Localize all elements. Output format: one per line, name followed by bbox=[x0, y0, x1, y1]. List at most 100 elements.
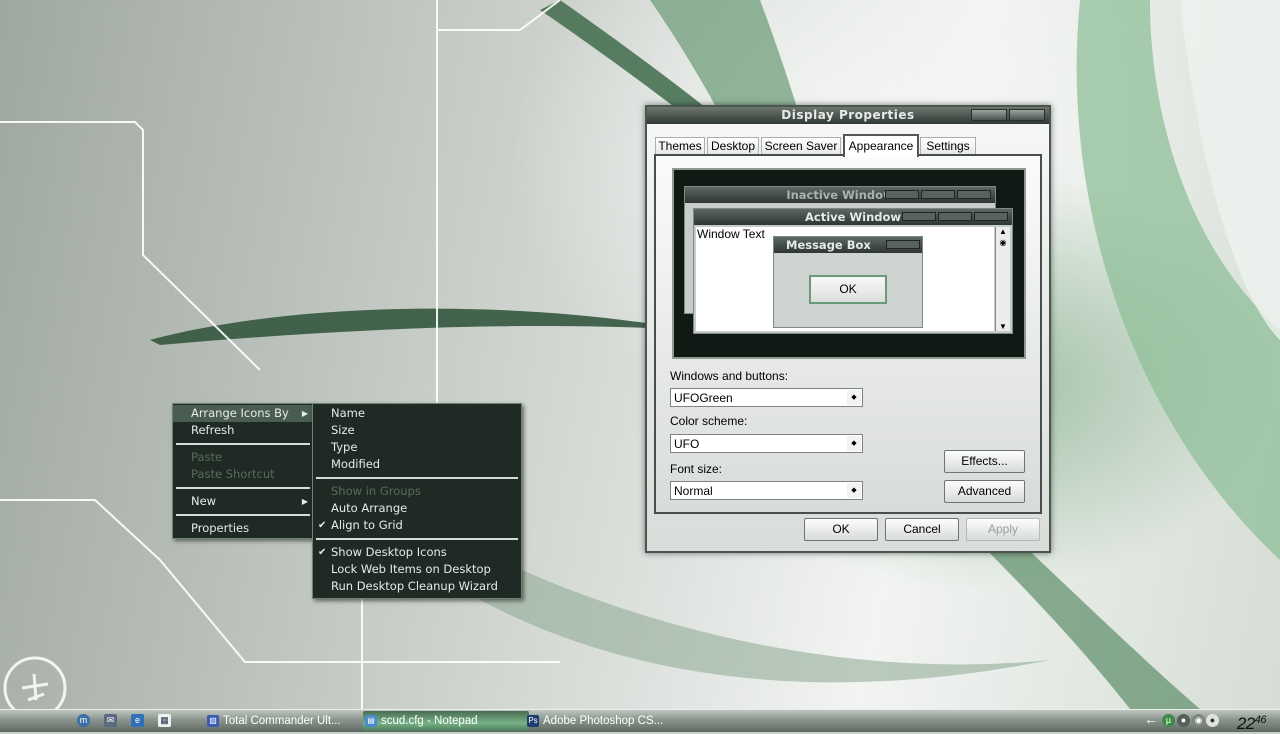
font-size-label: Font size: bbox=[670, 462, 723, 476]
submenu-item-show-desktop-icons[interactable]: ✔ Show Desktop Icons bbox=[313, 544, 521, 561]
menu-item-refresh[interactable]: Refresh bbox=[173, 422, 313, 439]
effects-button[interactable]: Effects... bbox=[944, 450, 1025, 473]
menu-item-paste-shortcut: Paste Shortcut bbox=[173, 466, 313, 483]
menu-item-arrange-icons-by[interactable]: Arrange Icons By ▶ bbox=[173, 405, 313, 422]
font-size-value: Normal bbox=[674, 484, 713, 498]
ok-button[interactable]: OK bbox=[804, 518, 878, 541]
tray-app-icon[interactable]: ● bbox=[1177, 714, 1190, 727]
messenger-icon[interactable]: ● bbox=[1206, 714, 1219, 727]
menu-separator bbox=[176, 514, 310, 516]
help-button[interactable] bbox=[971, 109, 1007, 121]
preview-button bbox=[938, 212, 972, 221]
close-button[interactable] bbox=[1009, 109, 1045, 121]
preview-button bbox=[921, 190, 955, 199]
menu-item-label: Auto Arrange bbox=[331, 501, 408, 515]
notepad-icon: ▤ bbox=[365, 715, 377, 727]
volume-icon[interactable]: ◉ bbox=[1192, 714, 1205, 727]
menu-item-paste: Paste bbox=[173, 449, 313, 466]
menu-separator bbox=[176, 487, 310, 489]
font-size-select[interactable]: Normal ◆ bbox=[670, 481, 863, 500]
preview-ok-button: OK bbox=[809, 275, 887, 304]
dropdown-arrow-icon: ◆ bbox=[847, 390, 861, 405]
menu-item-label: Show in Groups bbox=[331, 484, 421, 498]
tab-desktop[interactable]: Desktop bbox=[707, 137, 759, 155]
appearance-panel: Inactive Window Active Window Window Tex… bbox=[654, 154, 1042, 514]
menu-item-label: Show Desktop Icons bbox=[331, 545, 447, 559]
scroll-down-icon: ▼ bbox=[999, 322, 1007, 331]
cancel-button[interactable]: Cancel bbox=[885, 518, 959, 541]
preview-button bbox=[902, 212, 936, 221]
menu-item-label: Name bbox=[331, 406, 365, 420]
tab-settings[interactable]: Settings bbox=[920, 137, 976, 155]
advanced-button[interactable]: Advanced bbox=[944, 480, 1025, 503]
menu-item-label: Run Desktop Cleanup Wizard bbox=[331, 579, 498, 593]
scroll-thumb-icon: ◉ bbox=[999, 238, 1007, 247]
submenu-item-desktop-cleanup-wizard[interactable]: Run Desktop Cleanup Wizard bbox=[313, 578, 521, 595]
task-notepad[interactable]: ▤ scud.cfg - Notepad bbox=[363, 711, 529, 731]
submenu-item-modified[interactable]: Modified bbox=[313, 456, 521, 473]
tab-themes[interactable]: Themes bbox=[655, 137, 705, 155]
utorrent-icon[interactable]: µ bbox=[1162, 714, 1175, 727]
submenu-item-auto-arrange[interactable]: Auto Arrange bbox=[313, 500, 521, 517]
windows-buttons-select[interactable]: UFOGreen ◆ bbox=[670, 388, 863, 407]
menu-item-label: Refresh bbox=[191, 423, 235, 437]
submenu-item-size[interactable]: Size bbox=[313, 422, 521, 439]
window-titlebar[interactable]: Display Properties bbox=[647, 107, 1049, 124]
submenu-arrow-icon: ▶ bbox=[301, 409, 308, 418]
show-desktop-icon[interactable]: ▦ bbox=[158, 714, 171, 727]
dropdown-arrow-icon: ◆ bbox=[847, 483, 861, 498]
task-photoshop[interactable]: Ps Adobe Photoshop CS... bbox=[525, 711, 691, 731]
task-label: Total Commander Ult... bbox=[223, 715, 341, 727]
submenu-item-align-to-grid[interactable]: ✔ Align to Grid bbox=[313, 517, 521, 534]
checkmark-icon: ✔ bbox=[318, 547, 327, 558]
preview-scrollbar: ▲ ◉ ▼ bbox=[995, 227, 1010, 331]
tab-screen-saver[interactable]: Screen Saver bbox=[761, 137, 841, 155]
internet-explorer-icon[interactable]: e bbox=[131, 714, 144, 727]
color-scheme-select[interactable]: UFO ◆ bbox=[670, 434, 863, 453]
tray-collapse-arrow-icon[interactable]: ← bbox=[1144, 711, 1158, 727]
preview-window-text: Window Text bbox=[697, 227, 765, 241]
menu-item-label: Paste Shortcut bbox=[191, 467, 275, 481]
menu-separator bbox=[316, 538, 518, 540]
task-label: scud.cfg - Notepad bbox=[381, 715, 478, 727]
browser-icon[interactable]: m bbox=[77, 714, 90, 727]
submenu-item-lock-web-items[interactable]: Lock Web Items on Desktop bbox=[313, 561, 521, 578]
task-total-commander[interactable]: ▧ Total Commander Ult... bbox=[205, 711, 371, 731]
wallpaper bbox=[0, 0, 1280, 709]
preview-button bbox=[974, 212, 1008, 221]
color-scheme-label: Color scheme: bbox=[670, 414, 748, 428]
desktop[interactable] bbox=[0, 0, 1280, 709]
tab-appearance[interactable]: Appearance bbox=[843, 134, 919, 157]
submenu-item-name[interactable]: Name bbox=[313, 405, 521, 422]
preview-close-button bbox=[886, 240, 920, 249]
menu-item-label: Size bbox=[331, 423, 355, 437]
scroll-up-icon: ▲ bbox=[999, 227, 1007, 236]
appearance-preview: Inactive Window Active Window Window Tex… bbox=[672, 168, 1026, 359]
menu-item-label: Lock Web Items on Desktop bbox=[331, 562, 491, 576]
preview-message-box: Message Box OK bbox=[773, 236, 923, 328]
submenu-arrow-icon: ▶ bbox=[301, 497, 308, 506]
submenu-item-show-in-groups: Show in Groups bbox=[313, 483, 521, 500]
menu-item-label: Align to Grid bbox=[331, 518, 403, 532]
display-properties-window: Display Properties Themes Desktop Screen… bbox=[645, 105, 1051, 553]
menu-item-label: Arrange Icons By bbox=[191, 406, 289, 420]
clock[interactable]: 2246 bbox=[1236, 710, 1267, 734]
menu-item-label: New bbox=[191, 494, 217, 508]
menu-item-new[interactable]: New ▶ bbox=[173, 493, 313, 510]
menu-item-properties[interactable]: Properties bbox=[173, 520, 313, 537]
menu-item-label: Paste bbox=[191, 450, 223, 464]
total-commander-icon: ▧ bbox=[207, 715, 219, 727]
mail-icon[interactable]: ✉ bbox=[104, 714, 117, 727]
submenu-item-type[interactable]: Type bbox=[313, 439, 521, 456]
preview-button bbox=[957, 190, 991, 199]
preview-button bbox=[885, 190, 919, 199]
color-scheme-value: UFO bbox=[674, 437, 700, 451]
system-tray: ← µ ● ◉ ● 2246 bbox=[1140, 710, 1280, 734]
apply-button: Apply bbox=[966, 518, 1040, 541]
clock-hours: 22 bbox=[1236, 714, 1255, 733]
menu-item-label: Type bbox=[331, 440, 358, 454]
menu-separator bbox=[176, 443, 310, 445]
windows-buttons-label: Windows and buttons: bbox=[670, 369, 789, 383]
task-label: Adobe Photoshop CS... bbox=[543, 715, 664, 727]
photoshop-icon: Ps bbox=[527, 715, 539, 727]
